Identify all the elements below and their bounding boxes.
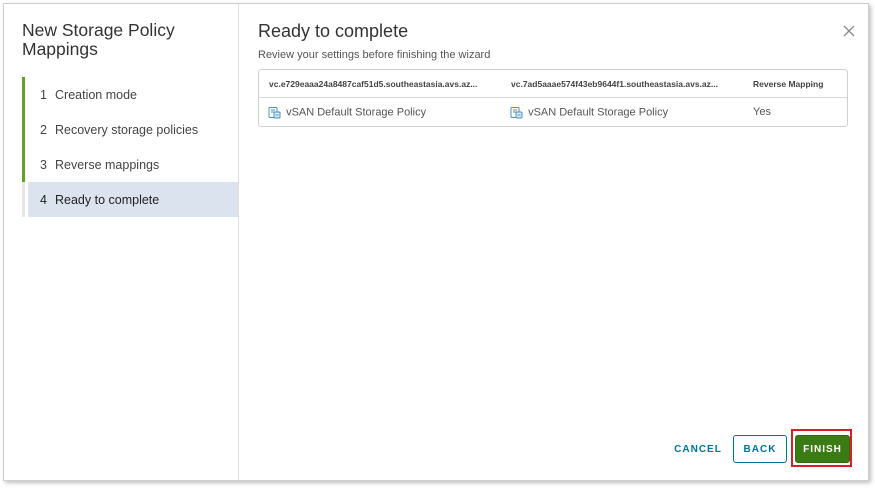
step-progress-bar (22, 112, 25, 147)
step-progress-bar (22, 77, 25, 112)
close-button[interactable] (842, 24, 856, 38)
wizard-steps: 1 Creation mode 2 Recovery storage polic… (22, 77, 238, 217)
step-creation-mode[interactable]: 1 Creation mode (22, 77, 238, 112)
cell-source-policy: vSAN Default Storage Policy (259, 106, 501, 119)
wizard-sidebar: New Storage Policy Mappings 1 Creation m… (4, 4, 239, 480)
cancel-button[interactable]: CANCEL (669, 435, 727, 463)
step-number: 1 (40, 87, 47, 102)
close-icon (843, 25, 855, 37)
step-number: 2 (40, 122, 47, 137)
target-policy-name: vSAN Default Storage Policy (528, 105, 669, 118)
table-row: vSAN Default Storage Policy vSAN Default… (259, 98, 847, 126)
step-progress-bar (22, 182, 25, 217)
step-recovery-storage-policies[interactable]: 2 Recovery storage policies (22, 112, 238, 147)
step-progress-bar (22, 147, 25, 182)
wizard-content: Ready to complete Review your settings b… (239, 4, 868, 480)
wizard-title: New Storage Policy Mappings (22, 20, 175, 59)
storage-policy-icon (268, 106, 281, 118)
column-header-target[interactable]: vc.7ad5aaae574f43eb9644f1.southeastasia.… (501, 79, 743, 89)
finish-button[interactable]: FINISH (795, 435, 850, 463)
wizard-dialog: New Storage Policy Mappings 1 Creation m… (3, 3, 869, 481)
back-button[interactable]: BACK (733, 435, 787, 463)
step-label: Creation mode (55, 87, 137, 102)
cell-target-policy: vSAN Default Storage Policy (501, 106, 743, 119)
cell-reverse-mapping: Yes (753, 106, 771, 118)
page-subtitle: Review your settings before finishing th… (258, 49, 491, 61)
source-policy-name: vSAN Default Storage Policy (286, 105, 427, 118)
step-label: Ready to complete (55, 192, 160, 207)
step-ready-to-complete[interactable]: 4 Ready to complete (22, 182, 238, 217)
page-title: Ready to complete (258, 21, 409, 41)
step-reverse-mappings[interactable]: 3 Reverse mappings (22, 147, 238, 182)
step-number: 3 (40, 157, 47, 172)
storage-policy-icon (510, 106, 523, 118)
column-header-source[interactable]: vc.e729eaaa24a8487caf51d5.southeastasia.… (259, 79, 501, 89)
column-header-reverse-mapping[interactable]: Reverse Mapping (743, 79, 847, 89)
step-label: Reverse mappings (55, 157, 160, 172)
mappings-table: vc.e729eaaa24a8487caf51d5.southeastasia.… (258, 69, 848, 127)
table-header: vc.e729eaaa24a8487caf51d5.southeastasia.… (259, 70, 847, 98)
step-number: 4 (40, 192, 47, 207)
step-label: Recovery storage policies (55, 122, 199, 137)
